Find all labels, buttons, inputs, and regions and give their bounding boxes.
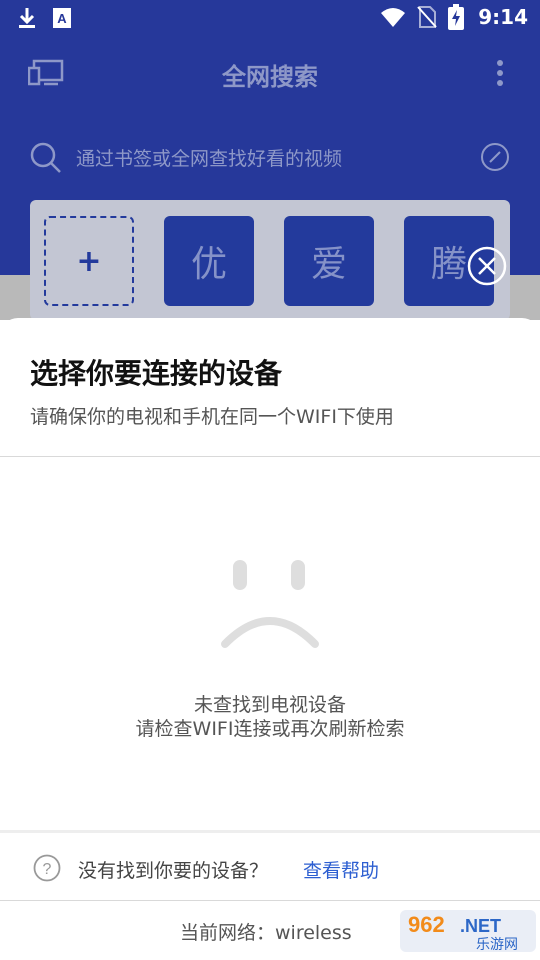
font-a-icon: A xyxy=(53,8,71,28)
svg-text:A: A xyxy=(57,11,67,26)
svg-text:962: 962 xyxy=(408,912,445,937)
svg-text:.NET: .NET xyxy=(460,916,501,936)
svg-text:?: ? xyxy=(43,861,52,878)
help-row: ? 没有找到你要的设备？ 查看帮助 xyxy=(0,834,540,898)
empty-message-line2: 请检查WIFI连接或再次刷新检索 xyxy=(135,718,405,740)
watermark-logo: 962 .NET 乐游网 xyxy=(400,910,536,953)
add-site-button[interactable]: + xyxy=(44,216,134,306)
no-sim-icon xyxy=(417,6,437,28)
site-youku[interactable]: 优 xyxy=(164,216,254,306)
edit-icon[interactable] xyxy=(480,142,510,172)
dialog-title: 选择你要连接的设备 xyxy=(30,357,283,390)
more-icon[interactable] xyxy=(496,59,504,87)
page-title: 全网搜索 xyxy=(222,63,318,91)
divider xyxy=(0,830,540,833)
view-help-link[interactable]: 查看帮助 xyxy=(303,856,379,883)
search-placeholder: 通过书签或全网查找好看的视频 xyxy=(76,148,343,170)
battery-charging-icon xyxy=(448,4,465,30)
status-time: 9:14 xyxy=(478,5,528,29)
site-iqiyi[interactable]: 爱 xyxy=(284,216,374,306)
close-circle-icon[interactable] xyxy=(466,245,508,287)
search-bar[interactable]: 通过书签或全网查找好看的视频 xyxy=(28,138,518,178)
current-network: 当前网络：wireless xyxy=(180,922,352,944)
help-question: 没有找到你要的设备？ xyxy=(78,860,269,882)
dialog-subtitle: 请确保你的电视和手机在同一个WIFI下使用 xyxy=(30,406,394,428)
app-toolbar: 全网搜索 xyxy=(0,45,540,101)
svg-text:乐游网: 乐游网 xyxy=(476,937,518,953)
download-icon xyxy=(19,8,35,28)
divider xyxy=(0,900,540,901)
device-picker-dialog: 选择你要连接的设备 请确保你的电视和手机在同一个WIFI下使用 未查找到电视设备… xyxy=(0,318,540,960)
empty-message-line1: 未查找到电视设备 xyxy=(193,694,346,716)
sad-face-icon xyxy=(221,560,319,648)
wifi-icon xyxy=(381,8,406,27)
site-shortcuts: + 优 爱 腾 xyxy=(30,200,510,320)
status-bar: A 9:14 xyxy=(0,0,540,36)
help-icon: ? xyxy=(33,854,61,882)
divider xyxy=(0,456,540,457)
search-icon xyxy=(30,142,61,173)
